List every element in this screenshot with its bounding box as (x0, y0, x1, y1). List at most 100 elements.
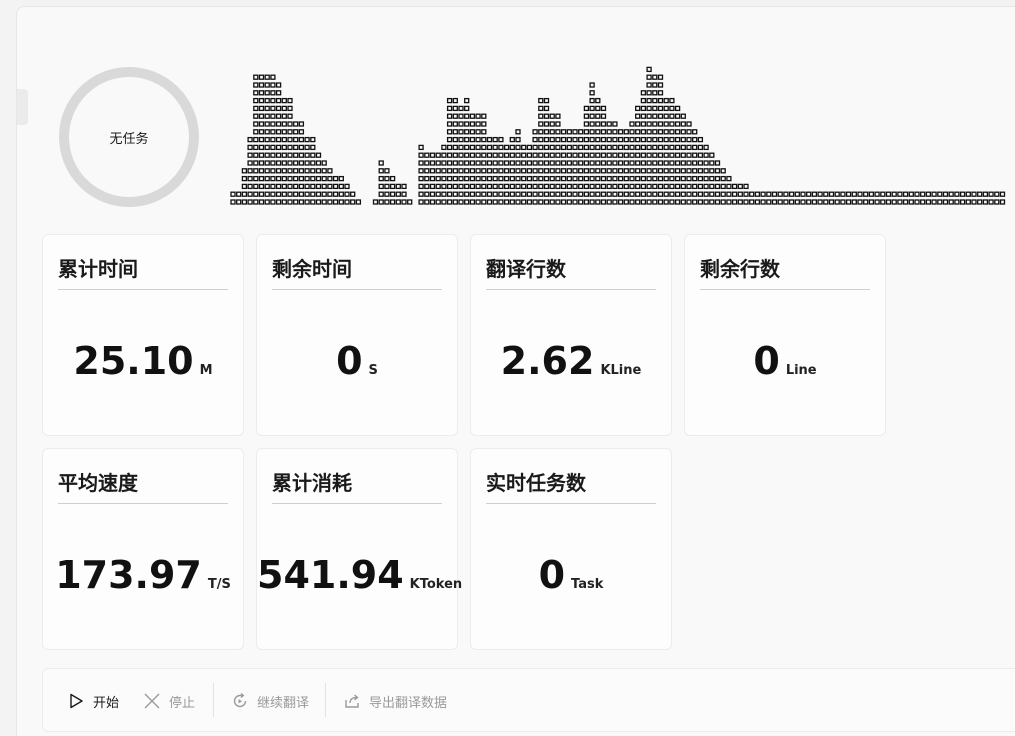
waveform-dot (600, 144, 607, 151)
waveform-dot (714, 160, 721, 166)
waveform-dot (521, 152, 527, 158)
waveform-dot (686, 144, 692, 151)
waveform-dot (902, 199, 909, 205)
waveform-dot (920, 191, 926, 197)
waveform-dot (384, 183, 390, 190)
waveform-dot (669, 191, 675, 197)
waveform-dot (258, 168, 265, 174)
waveform-dot (304, 136, 310, 143)
waveform-dot (418, 152, 424, 158)
waveform-dot (709, 191, 715, 197)
waveform-dot (418, 183, 424, 190)
start-button[interactable]: 开始 (67, 687, 119, 715)
waveform-dot (669, 129, 675, 135)
waveform-dot (270, 168, 276, 174)
card-number: 0 (336, 339, 363, 383)
waveform-dot (646, 129, 652, 135)
waveform-dot (663, 183, 669, 190)
waveform-dot (714, 183, 721, 190)
waveform-dot (595, 129, 601, 135)
waveform-dot (287, 160, 293, 166)
waveform-dot (287, 113, 293, 119)
waveform-dot (692, 183, 698, 190)
waveform-dot (355, 199, 362, 205)
waveform-dot (515, 191, 521, 197)
waveform-dot (293, 136, 299, 143)
waveform-dot (258, 175, 265, 182)
waveform-dot (646, 113, 652, 119)
waveform-dot (275, 90, 282, 96)
card-value: 0 Task (471, 553, 671, 597)
waveform-dot (258, 136, 265, 143)
waveform-dot (600, 199, 607, 205)
waveform-dot (657, 105, 664, 112)
waveform-dot (617, 191, 624, 197)
stop-button[interactable]: 停止 (143, 687, 195, 715)
waveform-dot (492, 183, 498, 190)
card-value: 2.62 KLine (471, 339, 671, 383)
waveform-dot (258, 144, 265, 151)
waveform-dot (424, 199, 430, 205)
waveform-dot (606, 160, 612, 166)
waveform-dot (606, 144, 612, 151)
continue-translation-button[interactable]: 继续翻译 (231, 687, 309, 715)
waveform-dot (623, 199, 629, 205)
waveform-dot (446, 199, 453, 205)
waveform-dot (258, 90, 265, 96)
waveform-dot (298, 121, 305, 127)
waveform-dot (863, 191, 869, 197)
waveform-dot (731, 183, 738, 190)
waveform-dot (350, 191, 356, 197)
export-translation-button[interactable]: 导出翻译数据 (343, 687, 447, 715)
waveform-dot (874, 191, 880, 197)
waveform-dot (635, 160, 641, 166)
waveform-dot (595, 160, 601, 166)
waveform-dot (680, 129, 686, 135)
waveform-dot (429, 168, 436, 174)
waveform-dot (635, 175, 641, 182)
waveform-dot (241, 175, 248, 182)
waveform-dot (555, 136, 561, 143)
waveform-dot (612, 160, 618, 166)
waveform-dot (538, 105, 544, 112)
waveform-dot (275, 160, 282, 166)
waveform-dot (612, 191, 618, 197)
waveform-dot (600, 175, 607, 182)
waveform-dot (287, 121, 293, 127)
waveform-dot (498, 183, 504, 190)
waveform-dot (293, 121, 299, 127)
waveform-dot (475, 136, 481, 143)
waveform-dot (464, 152, 470, 158)
waveform-dot (737, 191, 743, 197)
waveform-dot (697, 144, 704, 151)
waveform-dot (338, 175, 344, 182)
waveform-dot (464, 175, 470, 182)
waveform-dot (994, 191, 1000, 197)
waveform-dot (595, 97, 601, 104)
waveform-dot (538, 191, 544, 197)
card-number: 0 (753, 339, 780, 383)
waveform-dot (652, 183, 658, 190)
card-unit: T/S (207, 577, 231, 592)
waveform-dot (663, 191, 669, 197)
waveform-dot (258, 74, 265, 80)
waveform-dot (521, 175, 527, 182)
waveform-dot (515, 129, 521, 135)
waveform-dot (264, 183, 270, 190)
waveform-dot (908, 199, 914, 205)
waveform-dot (680, 144, 686, 151)
waveform-dot (937, 199, 943, 205)
waveform-dot (475, 160, 481, 166)
waveform-dot (481, 136, 487, 143)
waveform-dot (560, 136, 567, 143)
waveform-dot (754, 199, 761, 205)
waveform-dot (526, 191, 533, 197)
waveform-dot (275, 121, 282, 127)
waveform-dot (954, 199, 960, 205)
waveform-dot (720, 168, 726, 174)
waveform-dot (270, 183, 276, 190)
waveform-dot (959, 191, 966, 197)
start-label: 开始 (93, 695, 120, 711)
waveform-dot (857, 191, 863, 197)
waveform-dot (572, 160, 578, 166)
